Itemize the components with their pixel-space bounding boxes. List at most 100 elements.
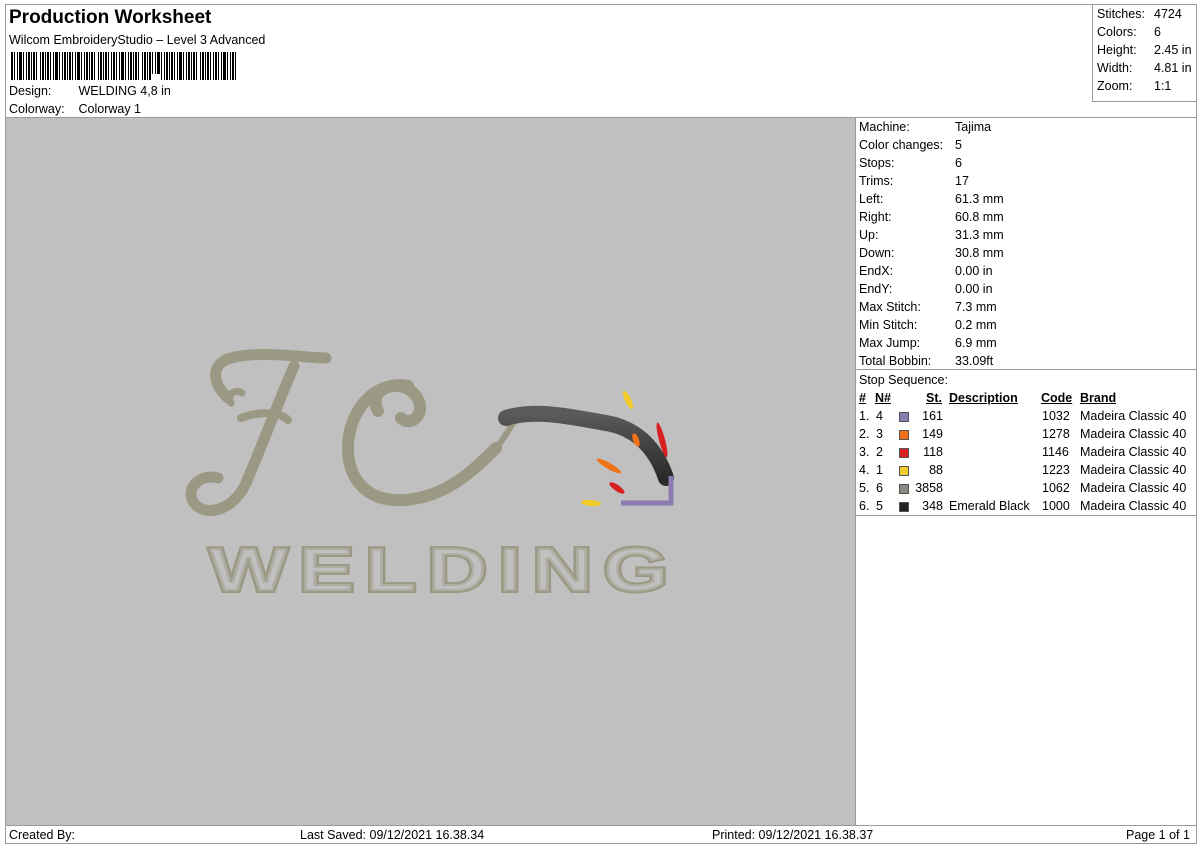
stop-brand: Madeira Classic 40 — [1080, 445, 1187, 459]
stop-needle: 5 — [876, 499, 883, 513]
col-stitches: St. — [926, 391, 942, 405]
thread-color-swatch — [899, 466, 909, 476]
summary-label: Stitches: — [1097, 7, 1145, 21]
stop-code: 1062 — [1042, 481, 1070, 495]
machine-label: Max Jump: — [859, 336, 921, 350]
printed: Printed: 09/12/2021 16.38.37 — [712, 828, 874, 842]
stop-code: 1032 — [1042, 409, 1070, 423]
summary-value: 2.45 in — [1154, 43, 1192, 57]
summary-row: Colors: 6 — [1097, 25, 1161, 39]
stop-index: 5. — [859, 481, 870, 495]
colorway-label: Colorway: — [9, 102, 65, 116]
col-brand: Brand — [1080, 391, 1117, 405]
summary-row: Zoom: 1:1 — [1097, 79, 1171, 93]
col-needle: N# — [875, 391, 891, 405]
machine-value: 0.00 in — [955, 282, 993, 296]
machine-row: Trims: 17 — [859, 174, 969, 188]
worksheet-footer: Created By: Last Saved: 09/12/2021 16.38… — [5, 825, 1197, 844]
machine-label: Color changes: — [859, 138, 944, 152]
machine-value: 60.8 mm — [955, 210, 1004, 224]
machine-parameters: Machine: Tajima Color changes: 5 Stops: 6 Trim… — [855, 117, 1197, 370]
stop-needle: 1 — [876, 463, 883, 477]
stop-code: 1146 — [1042, 445, 1069, 459]
summary-label: Colors: — [1097, 25, 1137, 39]
machine-label: Right: — [859, 210, 892, 224]
summary-value: 6 — [1154, 25, 1161, 39]
design-value: WELDING 4,8 in — [78, 84, 171, 98]
thread-color-swatch — [899, 448, 909, 458]
machine-value: 0.00 in — [955, 264, 993, 278]
machine-row: Left: 61.3 mm — [859, 192, 1004, 206]
machine-value: 33.09ft — [955, 354, 994, 368]
stop-row: 1. 4 161 1032 Madeira Classic 40 — [856, 409, 1196, 425]
stop-index: 2. — [859, 427, 870, 441]
machine-value: 30.8 mm — [955, 246, 1004, 260]
machine-row: Right: 60.8 mm — [859, 210, 1004, 224]
machine-row: Min Stitch: 0.2 mm — [859, 318, 997, 332]
design-row: Design: WELDING 4,8 in — [9, 84, 171, 98]
page-number: Page 1 of 1 — [1126, 828, 1190, 842]
welding-hose — [498, 405, 674, 486]
stop-stitches: 149 — [922, 427, 943, 441]
summary-row: Stitches: 4724 — [1097, 7, 1182, 21]
machine-row: EndY: 0.00 in — [859, 282, 993, 296]
colorway-row: Colorway: Colorway 1 — [9, 102, 141, 116]
divider — [856, 515, 1196, 516]
software-subtitle: Wilcom EmbroideryStudio – Level 3 Advanc… — [9, 33, 266, 47]
summary-label: Height: — [1097, 43, 1137, 57]
stop-index: 6. — [859, 499, 870, 513]
page-title: Production Worksheet — [9, 7, 212, 28]
machine-value: 6 — [955, 156, 962, 170]
stop-index: 3. — [859, 445, 870, 459]
thread-color-swatch — [899, 502, 909, 512]
summary-label: Width: — [1097, 61, 1133, 75]
machine-row: Total Bobbin: 33.09ft — [859, 354, 993, 368]
machine-value: 7.3 mm — [955, 300, 997, 314]
machine-row: Down: 30.8 mm — [859, 246, 1004, 260]
stop-code: 1223 — [1042, 463, 1070, 477]
thread-color-swatch — [899, 484, 909, 494]
col-index: # — [859, 391, 866, 405]
stop-stitches: 3858 — [915, 481, 943, 495]
stop-stitches: 348 — [922, 499, 943, 513]
machine-label: Machine: — [859, 120, 910, 134]
stop-brand: Madeira Classic 40 — [1080, 427, 1187, 441]
machine-label: Stops: — [859, 156, 895, 170]
stop-needle: 6 — [876, 481, 883, 495]
machine-row: Max Jump: 6.9 mm — [859, 336, 997, 350]
design-preview: WELDING WELDING — [5, 117, 856, 826]
machine-label: Min Stitch: — [859, 318, 918, 332]
summary-row: Height: 2.45 in — [1097, 43, 1192, 57]
stop-stitches: 88 — [929, 463, 943, 477]
last-saved: Last Saved: 09/12/2021 16.38.34 — [300, 828, 485, 842]
stop-stitches: 118 — [923, 445, 943, 459]
machine-row: Max Stitch: 7.3 mm — [859, 300, 997, 314]
design-summary: Stitches: 4724 Colors: 6 Height: 2.45 in Wi… — [1092, 5, 1197, 102]
machine-row: Up: 31.3 mm — [859, 228, 1004, 242]
design-word-fill: WELDING — [209, 536, 679, 605]
machine-value: 0.2 mm — [955, 318, 997, 332]
stop-needle: 3 — [876, 427, 883, 441]
embroidery-design: WELDING WELDING — [185, 348, 679, 607]
design-label: Design: — [9, 84, 52, 98]
machine-label: Down: — [859, 246, 895, 260]
worksheet-header: Production Worksheet Wilcom EmbroiderySt… — [5, 4, 1197, 118]
col-description: Description — [949, 391, 1018, 405]
machine-value: 31.3 mm — [955, 228, 1004, 242]
stop-brand: Madeira Classic 40 — [1080, 481, 1187, 495]
stop-stitches: 161 — [922, 409, 943, 423]
stop-row: 6. 5 348 Emerald Black 1000 Madeira Classic 4… — [856, 499, 1196, 515]
summary-label: Zoom: — [1097, 79, 1133, 93]
stop-row: 4. 1 88 1223 Madeira Classic 40 — [856, 463, 1196, 479]
machine-label: Max Stitch: — [859, 300, 921, 314]
machine-value: 6.9 mm — [955, 336, 997, 350]
machine-value: 61.3 mm — [955, 192, 1004, 206]
stop-code: 1000 — [1042, 499, 1070, 513]
stop-sequence-title: Stop Sequence: — [859, 373, 948, 387]
machine-label: Left: — [859, 192, 884, 206]
created-by: Created By: — [9, 828, 76, 842]
stop-code: 1278 — [1042, 427, 1070, 441]
machine-row: Stops: 6 — [859, 156, 962, 170]
machine-row: Color changes: 5 — [859, 138, 962, 152]
thread-color-swatch — [899, 412, 909, 422]
